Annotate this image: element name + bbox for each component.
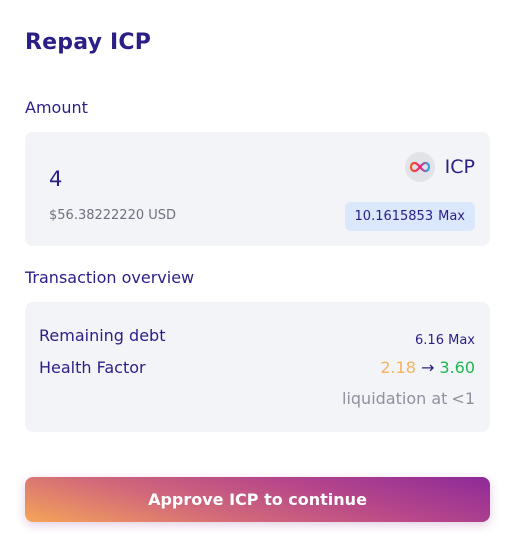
max-button[interactable]: 10.1615853 Max (344, 202, 475, 231)
health-factor-new: 3.60 (439, 358, 475, 377)
infinity-icon (404, 152, 435, 182)
transaction-overview-card: Remaining debt 6.16 Max Health Factor 2.… (25, 302, 490, 432)
remaining-debt-label: Remaining debt (39, 326, 166, 345)
liquidation-value: <1 (451, 389, 475, 408)
liquidation-threshold: liquidation at <1 (342, 389, 475, 408)
modal-title: Repay ICP (25, 30, 152, 55)
max-label: Max (438, 209, 465, 224)
liquidation-label: liquidation at (342, 389, 448, 408)
overview-label: Transaction overview (25, 268, 195, 287)
health-factor-value: 2.18 → 3.60 (380, 358, 475, 377)
arrow-right-icon: → (420, 358, 435, 377)
token-name: ICP (444, 156, 475, 178)
remaining-debt-value: 6.16 Max (415, 333, 475, 348)
max-balance: 10.1615853 (354, 209, 434, 224)
amount-input[interactable]: 4 (49, 167, 62, 191)
token-selector: ICP (404, 152, 475, 182)
approve-button[interactable]: Approve ICP to continue (25, 477, 490, 522)
health-factor-label: Health Factor (39, 358, 146, 377)
health-factor-current: 2.18 (380, 358, 416, 377)
repay-modal: Repay ICP Amount 4 ICP $56.38222220 USD … (0, 0, 513, 546)
amount-input-card[interactable]: 4 ICP $56.38222220 USD 10.1615853 Max (25, 132, 490, 246)
remaining-debt-amount: 6.16 (415, 333, 444, 348)
remaining-debt-max: Max (448, 333, 475, 348)
usd-value: $56.38222220 USD (49, 208, 177, 223)
amount-label: Amount (25, 98, 88, 117)
